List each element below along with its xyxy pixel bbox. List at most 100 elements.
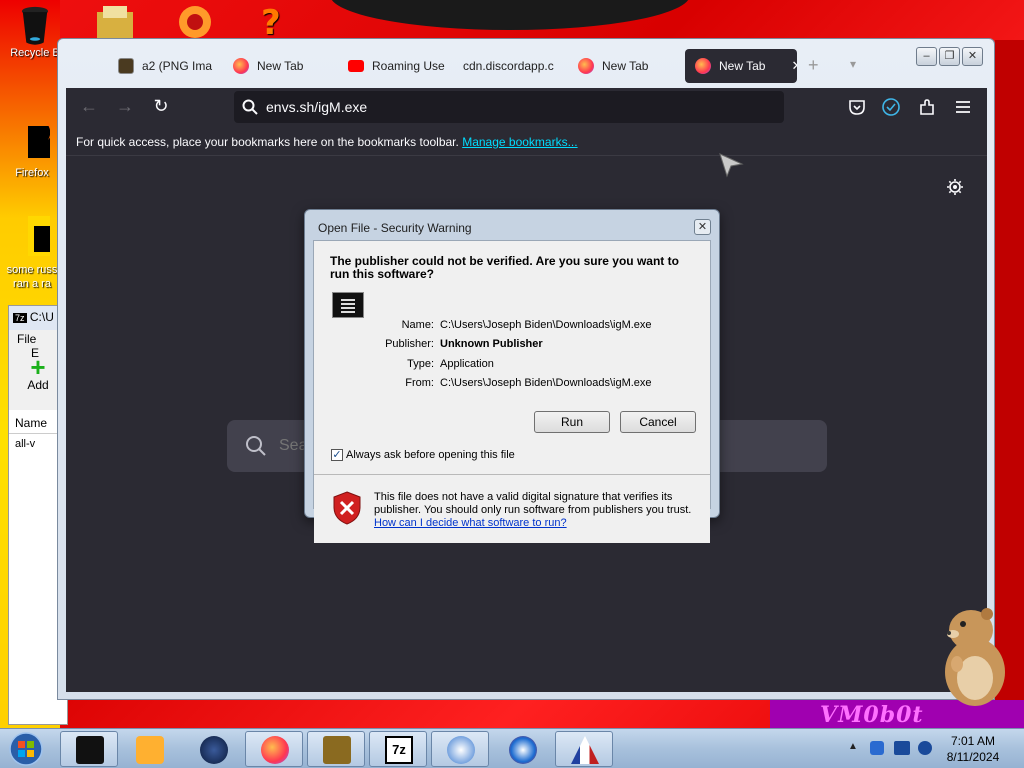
hamburger-menu-icon[interactable] (952, 96, 974, 118)
tab-strip: a2 (PNG Ima New Tab Roaming Use cdn.disc… (58, 47, 988, 87)
firefox-logo-icon (28, 120, 60, 158)
chevron-down-icon[interactable]: ▾ (850, 57, 856, 71)
dialog-title: Open File - Security Warning (318, 221, 472, 235)
tab-new-active[interactable]: New Tab ✕ (685, 49, 797, 83)
start-button[interactable] (4, 731, 48, 767)
svg-text:e: e (46, 226, 50, 256)
taskbar-arch-app[interactable] (555, 731, 613, 767)
minimize-button[interactable]: – (916, 47, 937, 66)
sevenzip-icon: 7z (385, 736, 413, 764)
sevenzip-menu-file[interactable]: File (17, 332, 36, 346)
window-controls: – ❐ ✕ (916, 47, 983, 66)
nav-toolbar: ← → ↻ (66, 88, 987, 126)
url-bar[interactable] (234, 91, 784, 123)
tab-new-1[interactable]: New Tab (223, 49, 333, 83)
arch-icon (571, 736, 599, 764)
close-icon[interactable]: ✕ (791, 58, 797, 74)
publisher-value: Unknown Publisher (440, 338, 543, 350)
url-input[interactable] (266, 97, 766, 117)
firefox-desktop-icon[interactable]: Firefox (2, 120, 62, 179)
publisher-label: Publisher: (385, 338, 434, 350)
cursor-arrow-icon (719, 153, 744, 178)
taskbar: 7z ▲ 7:01 AM 8/11/2024 (0, 728, 1024, 768)
sevenzip-app-icon: 7z (13, 313, 27, 323)
help-link[interactable]: How can I decide what software to run? (374, 517, 567, 529)
wallpaper-right-edge (995, 40, 1024, 700)
taskbar-shield-app[interactable] (431, 731, 489, 767)
always-ask-label[interactable]: Always ask before opening this file (346, 449, 515, 461)
question-icon: ? (261, 3, 281, 43)
youtube-icon (348, 60, 364, 72)
taskbar-terminal-app[interactable] (60, 731, 118, 767)
cancel-button[interactable]: Cancel (620, 411, 696, 433)
run-button[interactable]: Run (534, 411, 610, 433)
taskbar-firefox-app[interactable] (245, 731, 303, 767)
tab-label: cdn.discordapp.c (463, 59, 554, 73)
tray-expand-icon[interactable]: ▲ (848, 741, 858, 752)
media-player-icon (136, 736, 164, 764)
bonzi-box-icon (323, 736, 351, 764)
tab-discord-cdn[interactable]: cdn.discordapp.c (453, 49, 568, 83)
from-label: From: (405, 377, 434, 389)
back-arrow-icon[interactable]: ← (78, 96, 100, 118)
hamster-mascot-icon (945, 608, 1005, 706)
image-icon (118, 58, 134, 74)
type-value: Application (440, 358, 494, 370)
account-check-icon[interactable] (880, 96, 902, 118)
maximize-button[interactable]: ❐ (939, 47, 960, 66)
taskbar-clock[interactable]: 7:01 AM 8/11/2024 (938, 733, 1008, 765)
russ-desktop-icon[interactable]: e some russ ran a ra (2, 216, 65, 291)
volume-icon[interactable] (918, 741, 932, 755)
globe-icon (200, 736, 228, 764)
always-ask-checkbox[interactable]: ✓ (331, 449, 343, 461)
taskbar-media-player-app[interactable] (120, 731, 178, 767)
search-icon (246, 436, 266, 456)
search-icon (242, 99, 258, 115)
firefox-label: Firefox (15, 167, 49, 179)
dialog-heading: The publisher could not be verified. Are… (330, 254, 679, 281)
sevenzip-title: C:\U (29, 310, 54, 324)
manage-bookmarks-link[interactable]: Manage bookmarks... (462, 135, 577, 149)
dialog-footer: This file does not have a valid digital … (314, 475, 710, 543)
trash-can-icon (21, 6, 49, 45)
executable-file-icon (332, 292, 364, 318)
orb-icon (179, 6, 211, 38)
taskbar-bonzi-app[interactable] (307, 731, 365, 767)
reload-icon[interactable]: ↻ (150, 96, 172, 118)
wallpaper-dark-blob (330, 0, 690, 30)
pocket-icon[interactable] (846, 96, 868, 118)
firefox-icon (578, 58, 594, 74)
tab-label: New Tab (602, 59, 649, 73)
warning-text: This file does not have a valid digital … (374, 491, 692, 516)
tab-image[interactable]: a2 (PNG Ima (108, 49, 218, 83)
tab-new-2[interactable]: New Tab (568, 49, 678, 83)
network-icon[interactable] (894, 741, 910, 755)
firefox-icon (695, 58, 711, 74)
taskbar-globe-app[interactable] (184, 731, 242, 767)
folder-icon (97, 6, 133, 38)
svg-text:?: ? (261, 4, 281, 40)
terminal-icon (76, 736, 104, 764)
gear-icon[interactable] (946, 178, 964, 196)
tab-label: New Tab (719, 59, 766, 73)
taskbar-sevenzip-app[interactable]: 7z (369, 731, 427, 767)
clock-time: 7:01 AM (950, 734, 996, 748)
new-tab-button[interactable]: + (808, 55, 819, 76)
wallpaper-text: VM0b0t (820, 702, 924, 728)
type-label: Type: (407, 358, 434, 370)
shield-error-icon (333, 491, 361, 525)
dialog-close-button[interactable]: ✕ (694, 219, 711, 235)
clock-date: 8/11/2024 (946, 750, 1000, 764)
dialog-body: The publisher could not be verified. Are… (313, 240, 711, 543)
tray-app-icon[interactable] (870, 741, 884, 755)
document-e-icon: e (28, 216, 65, 260)
security-warning-dialog: Open File - Security Warning ✕ The publi… (304, 209, 720, 543)
tab-label: a2 (PNG Ima (142, 59, 213, 73)
taskbar-browser-app[interactable] (493, 731, 551, 767)
russ-label: some russ ran a ra (6, 264, 58, 290)
close-window-button[interactable]: ✕ (962, 47, 983, 66)
tab-roaming[interactable]: Roaming Use (338, 49, 448, 83)
tab-label: Roaming Use (372, 59, 445, 73)
forward-arrow-icon[interactable]: → (114, 96, 136, 118)
extensions-puzzle-icon[interactable] (916, 96, 938, 118)
